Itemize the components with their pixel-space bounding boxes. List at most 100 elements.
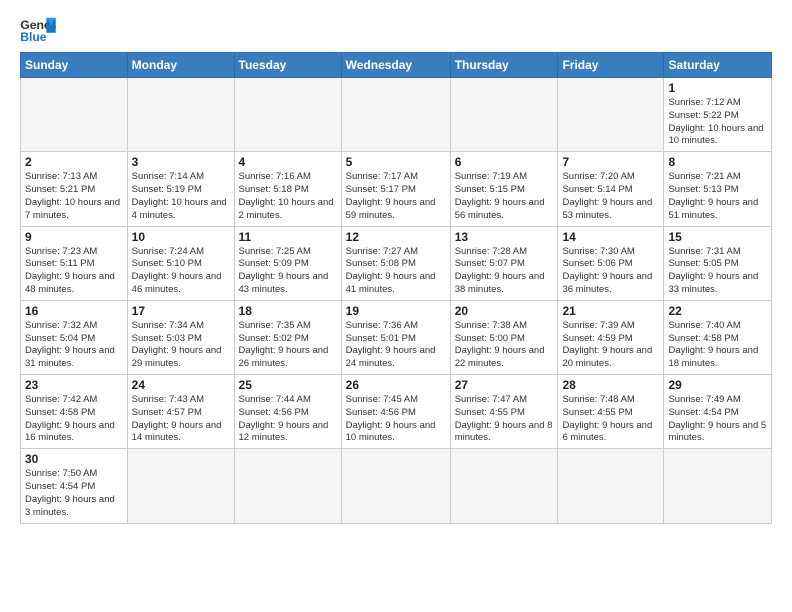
header: General Blue (20, 16, 772, 44)
day-number: 12 (346, 230, 446, 244)
day-number: 18 (239, 304, 337, 318)
calendar-week-row: 16 Sunrise: 7:32 AM Sunset: 5:04 PM Dayli… (21, 300, 772, 374)
calendar-week-row: 1 Sunrise: 7:12 AM Sunset: 5:22 PM Daylig… (21, 78, 772, 152)
day-number: 25 (239, 378, 337, 392)
general-blue-logo-icon: General Blue (20, 16, 56, 44)
day-info-text: Sunrise: 7:13 AM Sunset: 5:21 PM Dayligh… (25, 171, 123, 222)
day-info-text: Sunrise: 7:25 AM Sunset: 5:09 PM Dayligh… (239, 246, 337, 297)
day-number: 13 (455, 230, 554, 244)
calendar-week-row: 9 Sunrise: 7:23 AM Sunset: 5:11 PM Daylig… (21, 226, 772, 300)
day-info-text: Sunrise: 7:45 AM Sunset: 4:56 PM Dayligh… (346, 394, 446, 445)
day-info-text: Sunrise: 7:49 AM Sunset: 4:54 PM Dayligh… (668, 394, 767, 445)
day-number: 4 (239, 155, 337, 169)
calendar-day-cell: 11Sunrise: 7:25 AM Sunset: 5:09 PM Dayli… (234, 226, 341, 300)
day-info-text: Sunrise: 7:43 AM Sunset: 4:57 PM Dayligh… (132, 394, 230, 445)
day-number: 9 (25, 230, 123, 244)
calendar-day-cell: 25 Sunrise: 7:44 AM Sunset: 4:56 PM Dayli… (234, 375, 341, 449)
day-header-sunday: Sunday (21, 53, 128, 78)
day-number: 27 (455, 378, 554, 392)
calendar-day-cell: 5Sunrise: 7:17 AM Sunset: 5:17 PM Daylig… (341, 152, 450, 226)
day-number: 8 (668, 155, 767, 169)
day-info-text: Sunrise: 7:19 AM Sunset: 5:15 PM Dayligh… (455, 171, 554, 222)
day-info-text: Sunrise: 7:14 AM Sunset: 5:19 PM Dayligh… (132, 171, 230, 222)
day-info-text: Sunrise: 7:12 AM Sunset: 5:22 PM Dayligh… (668, 97, 767, 148)
calendar-day-cell (341, 78, 450, 152)
day-number: 15 (668, 230, 767, 244)
day-number: 29 (668, 378, 767, 392)
calendar-day-cell: 12 Sunrise: 7:27 AM Sunset: 5:08 PM Dayli… (341, 226, 450, 300)
calendar-table: SundayMondayTuesdayWednesdayThursdayFrid… (20, 52, 772, 524)
calendar-day-cell (664, 449, 772, 523)
calendar-header-row: SundayMondayTuesdayWednesdayThursdayFrid… (21, 53, 772, 78)
calendar-day-cell: 16 Sunrise: 7:32 AM Sunset: 5:04 PM Dayli… (21, 300, 128, 374)
day-info-text: Sunrise: 7:34 AM Sunset: 5:03 PM Dayligh… (132, 320, 230, 371)
calendar-day-cell: 10 Sunrise: 7:24 AM Sunset: 5:10 PM Dayli… (127, 226, 234, 300)
calendar-day-cell: 6 Sunrise: 7:19 AM Sunset: 5:15 PM Daylig… (450, 152, 558, 226)
day-header-tuesday: Tuesday (234, 53, 341, 78)
day-info-text: Sunrise: 7:50 AM Sunset: 4:54 PM Dayligh… (25, 468, 123, 519)
day-info-text: Sunrise: 7:48 AM Sunset: 4:55 PM Dayligh… (562, 394, 659, 445)
day-number: 14 (562, 230, 659, 244)
day-info-text: Sunrise: 7:35 AM Sunset: 5:02 PM Dayligh… (239, 320, 337, 371)
day-number: 26 (346, 378, 446, 392)
calendar-week-row: 30 Sunrise: 7:50 AM Sunset: 4:54 PM Dayli… (21, 449, 772, 523)
day-number: 16 (25, 304, 123, 318)
calendar-day-cell: 22 Sunrise: 7:40 AM Sunset: 4:58 PM Dayli… (664, 300, 772, 374)
day-number: 24 (132, 378, 230, 392)
logo: General Blue (20, 16, 56, 44)
calendar-day-cell (127, 449, 234, 523)
day-info-text: Sunrise: 7:27 AM Sunset: 5:08 PM Dayligh… (346, 246, 446, 297)
day-number: 28 (562, 378, 659, 392)
calendar-day-cell: 30 Sunrise: 7:50 AM Sunset: 4:54 PM Dayli… (21, 449, 128, 523)
day-info-text: Sunrise: 7:24 AM Sunset: 5:10 PM Dayligh… (132, 246, 230, 297)
day-number: 22 (668, 304, 767, 318)
calendar-day-cell (127, 78, 234, 152)
calendar-day-cell: 21Sunrise: 7:39 AM Sunset: 4:59 PM Dayli… (558, 300, 664, 374)
day-info-text: Sunrise: 7:30 AM Sunset: 5:06 PM Dayligh… (562, 246, 659, 297)
calendar-day-cell (21, 78, 128, 152)
calendar-day-cell: 18 Sunrise: 7:35 AM Sunset: 5:02 PM Dayli… (234, 300, 341, 374)
calendar-day-cell (450, 449, 558, 523)
calendar-week-row: 2Sunrise: 7:13 AM Sunset: 5:21 PM Daylig… (21, 152, 772, 226)
day-number: 1 (668, 81, 767, 95)
day-info-text: Sunrise: 7:32 AM Sunset: 5:04 PM Dayligh… (25, 320, 123, 371)
calendar-day-cell: 14 Sunrise: 7:30 AM Sunset: 5:06 PM Dayli… (558, 226, 664, 300)
calendar-day-cell: 3Sunrise: 7:14 AM Sunset: 5:19 PM Daylig… (127, 152, 234, 226)
day-header-thursday: Thursday (450, 53, 558, 78)
day-info-text: Sunrise: 7:40 AM Sunset: 4:58 PM Dayligh… (668, 320, 767, 371)
day-number: 19 (346, 304, 446, 318)
svg-text:Blue: Blue (20, 30, 47, 44)
day-number: 10 (132, 230, 230, 244)
calendar-day-cell: 15 Sunrise: 7:31 AM Sunset: 5:05 PM Dayli… (664, 226, 772, 300)
calendar-day-cell (234, 78, 341, 152)
calendar-day-cell: 19 Sunrise: 7:36 AM Sunset: 5:01 PM Dayli… (341, 300, 450, 374)
calendar-week-row: 23Sunrise: 7:42 AM Sunset: 4:58 PM Dayli… (21, 375, 772, 449)
calendar-day-cell: 27 Sunrise: 7:47 AM Sunset: 4:55 PM Dayli… (450, 375, 558, 449)
calendar-day-cell: 23Sunrise: 7:42 AM Sunset: 4:58 PM Dayli… (21, 375, 128, 449)
calendar-day-cell: 29 Sunrise: 7:49 AM Sunset: 4:54 PM Dayli… (664, 375, 772, 449)
day-info-text: Sunrise: 7:38 AM Sunset: 5:00 PM Dayligh… (455, 320, 554, 371)
calendar-day-cell (558, 78, 664, 152)
day-number: 6 (455, 155, 554, 169)
calendar-day-cell: 7Sunrise: 7:20 AM Sunset: 5:14 PM Daylig… (558, 152, 664, 226)
day-info-text: Sunrise: 7:20 AM Sunset: 5:14 PM Dayligh… (562, 171, 659, 222)
day-header-saturday: Saturday (664, 53, 772, 78)
calendar-day-cell (450, 78, 558, 152)
day-info-text: Sunrise: 7:47 AM Sunset: 4:55 PM Dayligh… (455, 394, 554, 445)
day-header-monday: Monday (127, 53, 234, 78)
calendar-day-cell: 20Sunrise: 7:38 AM Sunset: 5:00 PM Dayli… (450, 300, 558, 374)
day-number: 21 (562, 304, 659, 318)
day-info-text: Sunrise: 7:16 AM Sunset: 5:18 PM Dayligh… (239, 171, 337, 222)
day-info-text: Sunrise: 7:31 AM Sunset: 5:05 PM Dayligh… (668, 246, 767, 297)
day-info-text: Sunrise: 7:23 AM Sunset: 5:11 PM Dayligh… (25, 246, 123, 297)
page: General Blue SundayMondayTuesdayWednesda… (0, 0, 792, 612)
day-header-friday: Friday (558, 53, 664, 78)
day-info-text: Sunrise: 7:42 AM Sunset: 4:58 PM Dayligh… (25, 394, 123, 445)
day-number: 30 (25, 452, 123, 466)
calendar-day-cell: 1 Sunrise: 7:12 AM Sunset: 5:22 PM Daylig… (664, 78, 772, 152)
day-number: 17 (132, 304, 230, 318)
day-info-text: Sunrise: 7:28 AM Sunset: 5:07 PM Dayligh… (455, 246, 554, 297)
day-info-text: Sunrise: 7:44 AM Sunset: 4:56 PM Dayligh… (239, 394, 337, 445)
calendar-day-cell: 24 Sunrise: 7:43 AM Sunset: 4:57 PM Dayli… (127, 375, 234, 449)
day-info-text: Sunrise: 7:36 AM Sunset: 5:01 PM Dayligh… (346, 320, 446, 371)
